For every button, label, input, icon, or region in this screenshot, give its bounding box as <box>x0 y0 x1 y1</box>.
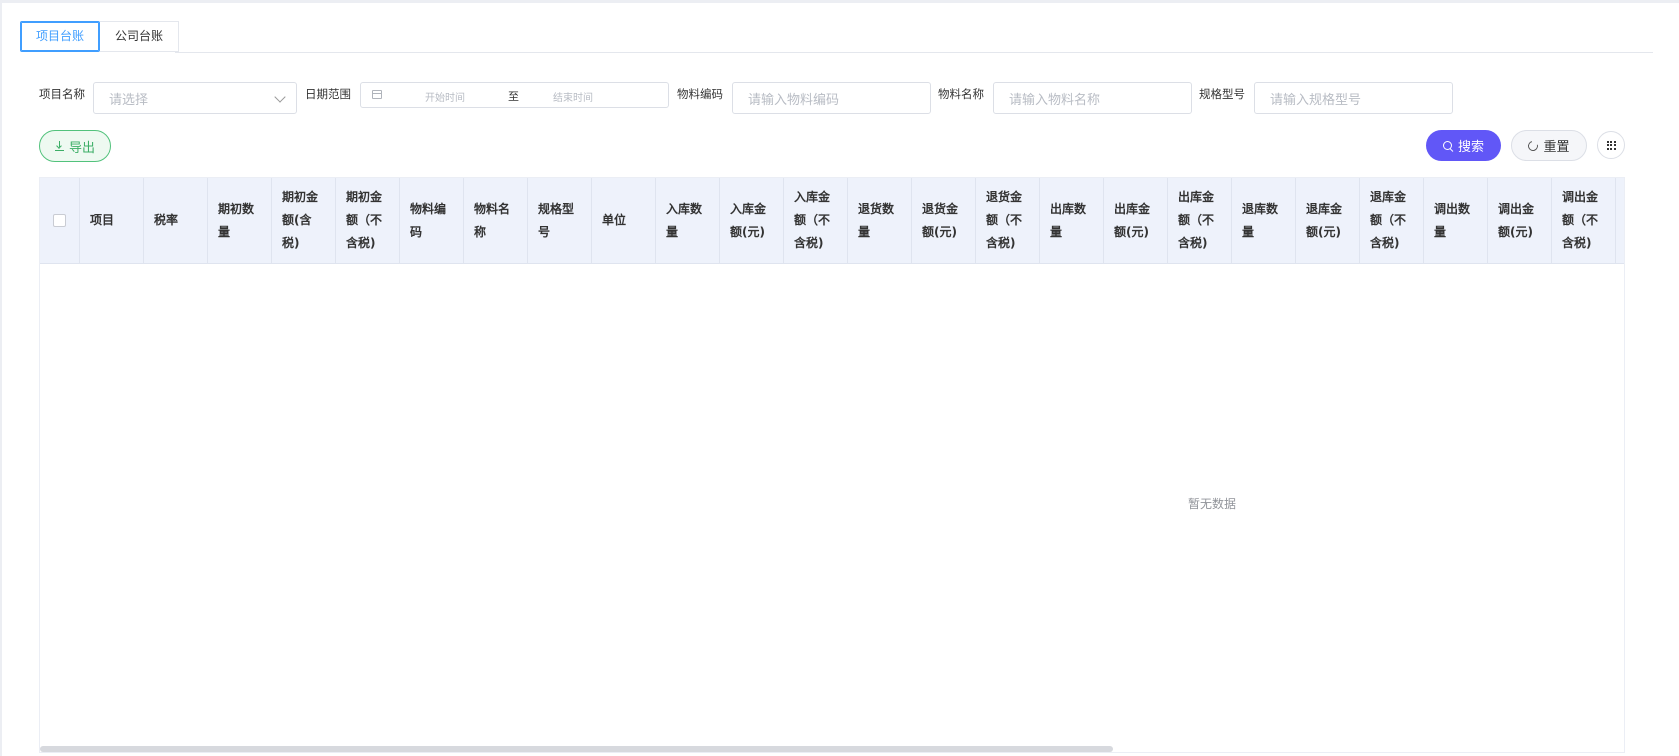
column-header-label: 退库金额(元) <box>1306 201 1343 239</box>
column-header: 入库数量 <box>656 178 720 263</box>
column-header-label: 调出金额（不含税) <box>1562 190 1599 250</box>
horizontal-scrollbar[interactable] <box>40 746 1113 752</box>
material-code-label: 物料编码 <box>677 87 723 101</box>
column-header: 调出数量 <box>1424 178 1488 263</box>
grid-icon <box>1606 140 1616 150</box>
date-range-label: 日期范围 <box>305 87 351 101</box>
material-name-input[interactable]: 请输入物料名称 <box>993 82 1192 114</box>
search-button[interactable]: 搜索 <box>1426 130 1501 161</box>
left-border <box>0 0 2 756</box>
column-header-label: 物料名称 <box>474 201 511 239</box>
reset-button-label: 重置 <box>1543 140 1570 155</box>
refresh-icon <box>1526 138 1541 153</box>
column-header-label: 退库金额（不含税) <box>1370 190 1407 250</box>
empty-state-text: 暂无数据 <box>1188 497 1237 511</box>
column-header: 规格型号 <box>528 178 592 263</box>
column-header-label: 期初金额（不含税) <box>346 190 383 250</box>
search-button-label: 搜索 <box>1457 140 1484 155</box>
export-button-label: 导出 <box>68 140 95 156</box>
column-header: 调出金额(元) <box>1488 178 1552 263</box>
column-header-label: 规格型号 <box>538 201 575 239</box>
column-header-label: 项目 <box>90 213 115 227</box>
column-header: 项目 <box>80 178 144 263</box>
column-header-label: 退货金额(元) <box>922 201 959 239</box>
ledger-table: 项目 税率 期初数量 期初金额(含税) 期初金额（不含税) 物料编码 物料名称 … <box>39 177 1625 753</box>
export-button[interactable]: 导出 <box>39 130 111 162</box>
column-header: 税率 <box>144 178 208 263</box>
column-header: 出库数量 <box>1040 178 1104 263</box>
column-header-label: 出库数量 <box>1050 201 1087 239</box>
end-date-input[interactable]: 结束时间 <box>553 89 593 104</box>
spec-model-placeholder: 请输入规格型号 <box>1270 92 1362 108</box>
material-code-input[interactable]: 请输入物料编码 <box>732 82 931 114</box>
tab-company-ledger[interactable]: 公司台账 <box>100 21 180 52</box>
column-header-label: 入库金额(元) <box>730 201 767 239</box>
spec-model-label: 规格型号 <box>1199 87 1245 101</box>
column-header-label: 退货金额（不含税) <box>986 190 1023 250</box>
tab-project-ledger[interactable]: 项目台账 <box>20 21 101 52</box>
column-header-label: 物料编码 <box>410 201 447 239</box>
select-all-cell <box>40 178 80 263</box>
column-header-label: 入库数量 <box>666 201 703 239</box>
column-header-label: 调出金额(元) <box>1498 201 1535 239</box>
column-header-label: 出库金额(元) <box>1114 201 1151 239</box>
column-header-label: 期初数量 <box>218 201 255 239</box>
project-name-placeholder: 请选择 <box>109 92 149 108</box>
top-border <box>0 0 1679 3</box>
material-name-label: 物料名称 <box>938 87 984 101</box>
column-header: 物料编码 <box>400 178 464 263</box>
column-header-label: 出库金额（不含税) <box>1178 190 1215 250</box>
column-header: 退货数量 <box>848 178 912 263</box>
chevron-down-icon <box>274 91 286 103</box>
tabs-divider <box>175 52 1653 53</box>
start-date-input[interactable]: 开始时间 <box>425 89 465 104</box>
column-header-label: 入库金额（不含税) <box>794 190 831 250</box>
column-header: 入库金额(元) <box>720 178 784 263</box>
column-header: 退货金额(元) <box>912 178 976 263</box>
material-code-placeholder: 请输入物料编码 <box>748 92 840 108</box>
column-header: 期初金额(含税) <box>272 178 336 263</box>
select-all-checkbox[interactable] <box>53 214 66 227</box>
column-header-label: 退货数量 <box>858 201 895 239</box>
date-range-separator: 至 <box>508 90 519 103</box>
material-name-placeholder: 请输入物料名称 <box>1009 92 1101 108</box>
search-icon <box>1442 140 1453 151</box>
column-header: 单位 <box>592 178 656 263</box>
column-header: 出库金额(元) <box>1104 178 1168 263</box>
column-header: 退货金额（不含税) <box>976 178 1040 263</box>
project-name-label: 项目名称 <box>39 87 85 101</box>
column-header: 入库金额（不含税) <box>784 178 848 263</box>
table-header: 项目 税率 期初数量 期初金额(含税) 期初金额（不含税) 物料编码 物料名称 … <box>40 178 1624 264</box>
calendar-icon <box>372 90 382 99</box>
date-range-picker[interactable]: 开始时间 至 结束时间 <box>360 82 669 108</box>
column-header-label: 税率 <box>154 213 179 227</box>
column-header: 物料名称 <box>464 178 528 263</box>
column-header: 出库金额（不含税) <box>1168 178 1232 263</box>
spec-model-input[interactable]: 请输入规格型号 <box>1254 82 1453 114</box>
column-header: 退库数量 <box>1232 178 1296 263</box>
download-icon <box>54 141 64 151</box>
project-name-select[interactable]: 请选择 <box>93 82 297 114</box>
column-header-label: 单位 <box>602 213 627 227</box>
column-settings-button[interactable] <box>1597 131 1625 159</box>
column-header: 期初数量 <box>208 178 272 263</box>
column-header: 期初金额（不含税) <box>336 178 400 263</box>
column-header: 退库金额(元) <box>1296 178 1360 263</box>
column-header-label: 期初金额(含税) <box>282 190 319 250</box>
column-header-label: 退库数量 <box>1242 201 1279 239</box>
column-header-label: 调出数量 <box>1434 201 1471 239</box>
column-header: 退库金额（不含税) <box>1360 178 1424 263</box>
reset-button[interactable]: 重置 <box>1511 130 1587 161</box>
ledger-tabs: 项目台账 公司台账 <box>20 21 180 52</box>
column-header: 调出金额（不含税) <box>1552 178 1616 263</box>
table-body: 暂无数据 <box>40 264 1624 752</box>
